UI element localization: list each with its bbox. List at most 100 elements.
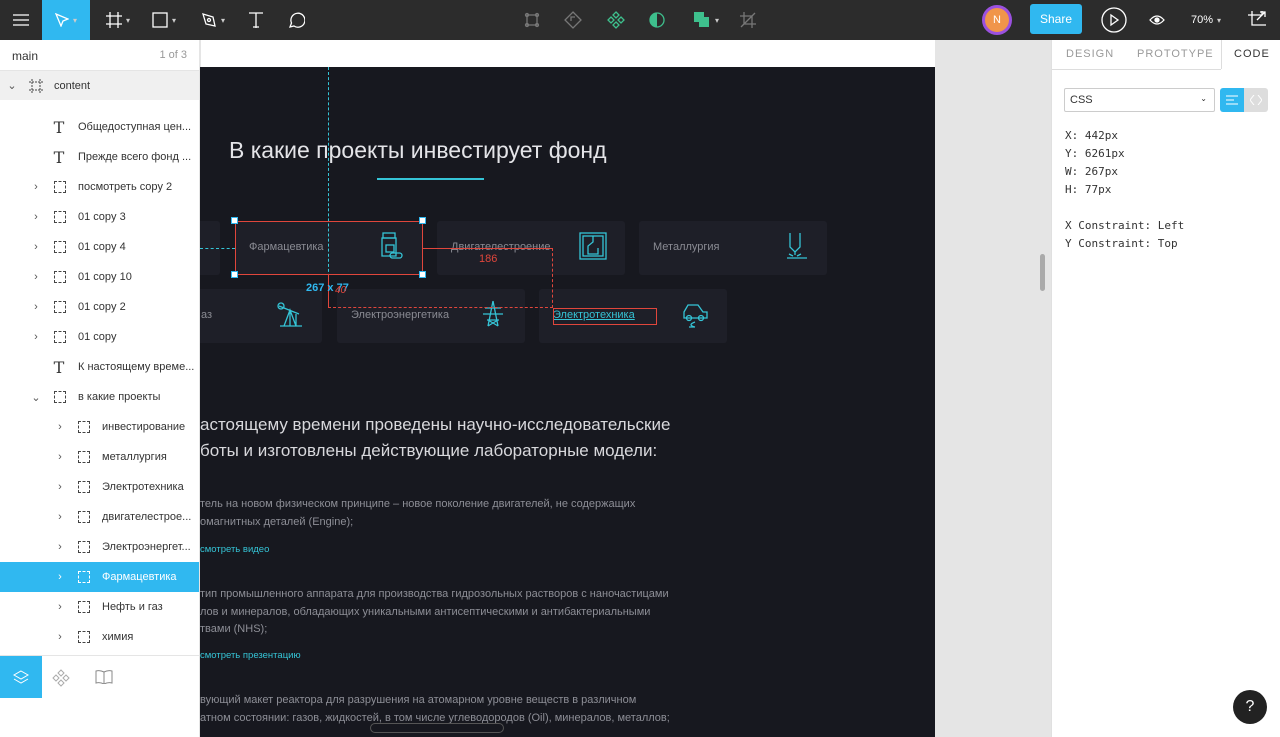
layer-item[interactable]: ⌄ в какие проекты	[0, 382, 199, 412]
text-icon	[249, 12, 263, 28]
layer-root[interactable]: ⌄ content	[0, 70, 199, 100]
tab-code[interactable]: CODE	[1234, 48, 1270, 60]
project-card[interactable]: Металлургия	[639, 221, 827, 275]
chevron-right-icon[interactable]: ›	[55, 571, 65, 583]
instance-button[interactable]	[604, 0, 628, 40]
resize-handle[interactable]	[231, 271, 238, 278]
resize-handle[interactable]	[419, 271, 426, 278]
boolean-mask-icon	[649, 12, 665, 28]
present-button[interactable]	[1100, 0, 1128, 40]
hover-target-box	[553, 308, 657, 325]
pen-tool[interactable]: ▾	[193, 0, 233, 40]
card-label: Электроэнергетика	[351, 309, 450, 321]
zoom-dropdown[interactable]: 70% ▾	[1184, 0, 1228, 40]
layer-item[interactable]: › Фармацевтика	[0, 562, 199, 592]
components-tab[interactable]	[52, 669, 70, 692]
tab-prototype[interactable]: PROTOTYPE	[1137, 48, 1214, 60]
layer-label: 01 copy 10	[78, 271, 132, 283]
menu-button[interactable]	[0, 0, 42, 40]
chevron-right-icon[interactable]: ›	[55, 601, 65, 613]
horizontal-scrollbar[interactable]	[370, 723, 504, 733]
comment-tool[interactable]	[282, 0, 310, 40]
layer-item[interactable]: › 01 copy 3	[0, 202, 199, 232]
layer-item[interactable]: › 01 copy	[0, 322, 199, 352]
selection-box[interactable]	[235, 221, 423, 275]
tab-design[interactable]: DESIGN	[1066, 48, 1114, 60]
canvas-top-strip	[201, 40, 935, 67]
chevron-right-icon[interactable]: ›	[31, 241, 41, 253]
chevron-down-icon[interactable]: ⌄	[31, 391, 41, 404]
watch-video-link[interactable]: смотреть видео	[200, 544, 269, 555]
layer-item[interactable]: › Электроэнергет...	[0, 532, 199, 562]
chevron-right-icon[interactable]: ›	[55, 451, 65, 463]
layer-label: Нефть и газ	[102, 601, 163, 613]
zoom-level: 70%	[1190, 14, 1213, 26]
layer-item[interactable]: › 01 copy 10	[0, 262, 199, 292]
move-tool[interactable]: ▾	[42, 0, 90, 40]
group-icon	[78, 511, 90, 523]
list-view-toggle[interactable]	[1220, 88, 1244, 112]
group-icon	[54, 181, 66, 193]
group-icon	[78, 451, 90, 463]
chevron-right-icon[interactable]: ›	[55, 511, 65, 523]
project-card[interactable]: Электроэнергетика	[337, 289, 525, 343]
boolean-group-button[interactable]: ▾	[688, 0, 724, 40]
laser-cutter-icon	[787, 233, 807, 259]
paragraph-line: тель на новом физическом принципе – ново…	[200, 498, 636, 510]
layer-item[interactable]: › посмотреть copy 2	[0, 172, 199, 202]
chevron-right-icon[interactable]: ›	[55, 631, 65, 643]
measure-line-v	[552, 248, 553, 308]
layer-item[interactable]: › химия	[0, 622, 199, 652]
layer-item[interactable]: › двигателестрое...	[0, 502, 199, 532]
layer-item[interactable]: T Общедоступная цен...	[0, 112, 199, 142]
view-presentation-link[interactable]: смотреть презентацию	[200, 650, 301, 661]
chevron-right-icon[interactable]: ›	[31, 301, 41, 313]
layer-item[interactable]: › 01 copy 4	[0, 232, 199, 262]
mask-button[interactable]	[645, 0, 669, 40]
layer-item[interactable]: › Электротехника	[0, 472, 199, 502]
language-select[interactable]: CSS ⌄	[1064, 88, 1215, 112]
chevron-right-icon[interactable]: ›	[31, 181, 41, 193]
fullscreen-button[interactable]	[1244, 0, 1270, 40]
help-button[interactable]: ?	[1233, 690, 1267, 724]
components-icon	[52, 669, 70, 687]
rectangle-tool[interactable]: ▾	[144, 0, 184, 40]
layer-label: 01 copy 3	[78, 211, 126, 223]
chevron-right-icon[interactable]: ›	[31, 271, 41, 283]
design-frame[interactable]: В какие проекты инвестирует фонд Фармаце…	[200, 67, 935, 737]
subheading-line: астоящему времени проведены научно-иссле…	[200, 415, 671, 434]
section-heading[interactable]: В какие проекты инвестирует фонд	[229, 137, 607, 164]
chevron-down-icon[interactable]: ⌄	[7, 79, 17, 92]
layer-item[interactable]: › металлургия	[0, 442, 199, 472]
library-tab[interactable]	[95, 670, 113, 689]
chevron-right-icon[interactable]: ›	[55, 481, 65, 493]
view-button[interactable]	[1146, 0, 1168, 40]
resize-handle[interactable]	[419, 217, 426, 224]
project-card[interactable]: аз	[200, 289, 322, 343]
crop-button[interactable]	[736, 0, 760, 40]
layer-label: инвестирование	[102, 421, 186, 433]
layer-item[interactable]: › инвестирование	[0, 412, 199, 442]
reset-instance-button[interactable]	[561, 0, 585, 40]
layer-item[interactable]: › Нефть и газ	[0, 592, 199, 622]
vertical-scrollbar[interactable]	[1040, 254, 1045, 291]
chevron-right-icon[interactable]: ›	[55, 421, 65, 433]
chevron-right-icon[interactable]: ›	[31, 331, 41, 343]
code-line: Y: 6261px	[1065, 147, 1125, 160]
page-name[interactable]: main	[12, 49, 38, 63]
measure-line-h	[423, 248, 553, 249]
code-view-toggle[interactable]	[1244, 88, 1268, 112]
layer-item[interactable]: T К настоящему време...	[0, 352, 199, 382]
layer-item[interactable]: T Прежде всего фонд ...	[0, 142, 199, 172]
layer-item[interactable]: › 01 copy 2	[0, 292, 199, 322]
avatar[interactable]: N	[980, 0, 1014, 40]
frame-tool[interactable]: ▾	[96, 0, 140, 40]
create-component-button[interactable]	[520, 0, 544, 40]
layers-tab[interactable]	[0, 656, 42, 698]
share-button[interactable]: Share	[1030, 4, 1082, 34]
chevron-right-icon[interactable]: ›	[55, 541, 65, 553]
boolean-group-icon	[693, 12, 709, 27]
resize-handle[interactable]	[231, 217, 238, 224]
text-tool[interactable]	[242, 0, 270, 40]
chevron-right-icon[interactable]: ›	[31, 211, 41, 223]
